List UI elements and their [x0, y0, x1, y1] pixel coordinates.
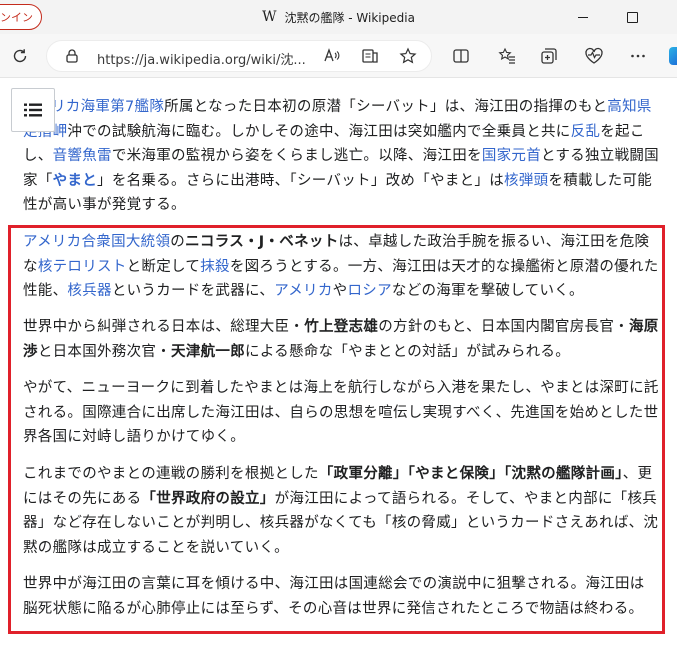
article-link[interactable]: アメリカ合衆国大統領 — [23, 234, 170, 250]
table-of-contents-button[interactable] — [11, 88, 55, 132]
text-run: 所属となった日本初の原潜「シーバット」は、海江田の指揮のもと — [164, 99, 608, 115]
favorite-star-icon — [399, 47, 417, 64]
plot-paragraph-1: リカ海軍第7艦隊所属となった日本初の原潜「シーバット」は、海江田の指揮のもと高知… — [23, 95, 659, 218]
plot-paragraph-2: アメリカ合衆国大統領のニコラス・J・ベネットは、卓越した政治手腕を振るい、海江田… — [23, 230, 659, 304]
refresh-icon — [13, 49, 27, 63]
wikipedia-logo-icon: W — [262, 9, 277, 25]
article-link[interactable]: アメリカ — [274, 283, 332, 299]
article-link[interactable]: 抹殺 — [200, 259, 230, 275]
text-run: これまでのやまとの連戦の勝利を根拠とした — [23, 466, 319, 482]
article-link[interactable]: リカ海軍第7艦隊 — [51, 99, 164, 115]
browser-toolbar: https://ja.wikipedia.org/wiki/沈... — [0, 34, 677, 78]
address-bar[interactable]: https://ja.wikipedia.org/wiki/沈... — [46, 40, 432, 72]
site-info-icon — [66, 49, 78, 63]
plot-paragraph-6: 世界中が海江田の言葉に耳を傾ける中、海江田は国連総会での演説中に狙撃される。海江… — [23, 572, 659, 621]
text-run: や — [332, 283, 348, 299]
article-link[interactable]: 反乱 — [571, 124, 601, 140]
browser-title-bar: インイン W 沈黙の艦隊 - Wikipedia — [0, 0, 677, 34]
article-link[interactable]: 核兵器 — [67, 283, 111, 299]
text-run: 世界中が海江田の言葉に耳を傾ける中、海江田は国連総会での演説中に狙撃される。海江… — [23, 576, 645, 617]
site-info-button[interactable] — [61, 45, 83, 67]
minimize-icon — [578, 16, 588, 18]
text-run: の — [170, 234, 186, 250]
split-screen-icon — [453, 49, 469, 63]
article-link[interactable]: 音響魚雷 — [53, 148, 112, 164]
text-run: の方針のもと、日本国内閣官房長官・ — [378, 319, 629, 335]
favorites-button[interactable] — [496, 45, 518, 67]
article-content: リカ海軍第7艦隊所属となった日本初の原潜「シーバット」は、海江田の指揮のもと高知… — [0, 78, 677, 647]
plot-paragraph-5: これまでのやまとの連戦の勝利を根拠とした「政軍分離」「やまと保険」「沈黙の艦隊計… — [23, 462, 659, 560]
favorites-icon — [498, 47, 515, 64]
text-run: やがて、ニューヨークに到着したやまとは海上を航行しながら入港を果たし、やまとは深… — [23, 380, 659, 445]
bold-text: 竹上登志雄 — [304, 319, 379, 335]
bold-text: 「世界政府の設立」 — [141, 490, 275, 507]
browser-essentials-button[interactable] — [583, 45, 605, 67]
text-run: などの海軍を撃破していく。 — [391, 283, 584, 299]
more-icon — [631, 54, 645, 58]
copilot-icon[interactable] — [669, 47, 677, 65]
bold-text: ニコラス・J・ベネット — [185, 234, 339, 250]
maximize-icon — [626, 11, 638, 23]
immersive-reader-button[interactable] — [359, 45, 381, 67]
collections-button[interactable] — [538, 45, 560, 67]
article-link[interactable]: ロシア — [347, 283, 391, 299]
text-run: と断定して — [126, 258, 201, 275]
text-run: と日本国外務次官・ — [37, 343, 172, 360]
read-aloud-button[interactable] — [321, 45, 343, 67]
immersive-reader-icon — [362, 49, 378, 63]
text-run: で米海軍の監視から姿をくらまし逃亡。以降、海江田を — [111, 148, 482, 164]
refresh-button[interactable] — [9, 45, 31, 67]
favorite-button[interactable] — [397, 45, 419, 67]
text-run: 」を名乗る。さらに出港時、「シーバット」改め「やまと」は — [97, 172, 505, 189]
minimize-button[interactable] — [560, 0, 606, 34]
text-run: というカードを武器に、 — [111, 283, 275, 299]
table-of-contents-icon — [24, 103, 42, 117]
article-link[interactable]: 核弾頭 — [504, 173, 548, 189]
browser-essentials-icon — [585, 47, 603, 64]
plot-paragraph-4: やがて、ニューヨークに到着したやまとは海上を航行しながら入港を果たし、やまとは深… — [23, 376, 659, 450]
plot-paragraph-3: 世界中から糾弾される日本は、総理大臣・竹上登志雄の方針のもと、日本国内閣官房長官… — [23, 315, 659, 364]
article-link[interactable]: やまと — [53, 173, 97, 189]
more-options-button[interactable] — [627, 45, 649, 67]
url-text[interactable]: https://ja.wikipedia.org/wiki/沈... — [97, 49, 307, 68]
read-aloud-icon — [324, 48, 340, 62]
maximize-button[interactable] — [609, 0, 655, 34]
bold-text: 天津航一郎 — [171, 343, 246, 360]
tab-title: 沈黙の艦隊 - Wikipedia — [284, 10, 415, 25]
split-screen-button[interactable] — [450, 45, 472, 67]
collections-icon — [541, 48, 557, 64]
article-link[interactable]: 国家元首 — [482, 148, 541, 164]
text-run: による懸命な「やまととの対話」が試みられる。 — [245, 343, 571, 360]
text-run: 世界中から糾弾される日本は、総理大臣・ — [23, 319, 305, 335]
article-link[interactable]: 核テロリスト — [38, 259, 127, 275]
bold-text: 「政軍分離」「やまと保険」「沈黙の艦隊計画」 — [318, 466, 623, 482]
text-run: 沖での試験航海に臨む。しかしその途中、海江田は突如艦内で全乗員と共に — [67, 123, 571, 140]
